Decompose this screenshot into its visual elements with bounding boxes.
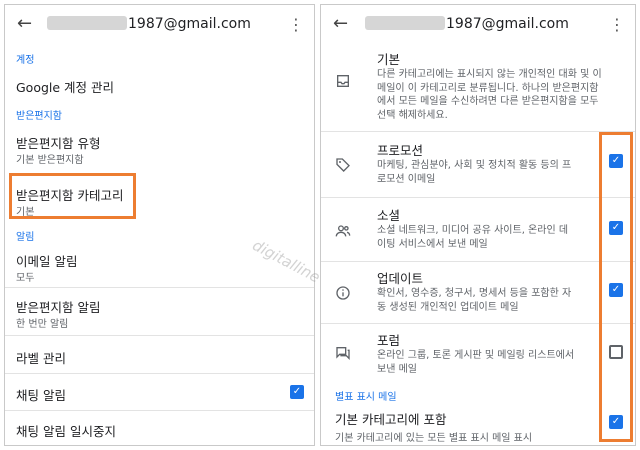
- inbox-categories-panel: ← 1987@gmail.com ⋮ 기본 다른 카테고리에는 표시되지 않는 …: [320, 4, 636, 446]
- inbox-icon: [337, 75, 349, 87]
- inbox-notifications-title[interactable]: 받은편지함 알림: [16, 297, 100, 316]
- divider: [321, 261, 635, 262]
- account-email: 1987@gmail.com: [47, 16, 251, 32]
- category-primary-title: 기본: [377, 52, 401, 67]
- include-starred-title: 기본 카테고리에 포함: [335, 412, 447, 427]
- top-bar: ← 1987@gmail.com ⋮: [321, 5, 635, 45]
- divider: [321, 197, 635, 198]
- section-header-starred: 별표 표시 메일: [335, 392, 397, 403]
- section-header-inbox: 받은편지함: [16, 111, 62, 122]
- back-arrow-icon[interactable]: ←: [333, 13, 348, 34]
- more-options-icon[interactable]: ⋮: [288, 15, 304, 34]
- category-social-desc: 소셜 네트워크, 미디어 공유 사이트, 온라인 데이팅 서비스에서 보낸 메일: [377, 225, 569, 250]
- inbox-type-title[interactable]: 받은편지함 유형: [16, 133, 100, 152]
- category-promotions-title: 프로모션: [377, 143, 424, 158]
- section-header-notifications: 알림: [16, 232, 35, 243]
- divider: [321, 323, 635, 324]
- highlight-box: [9, 173, 136, 219]
- chat-notifications-checkbox[interactable]: ✓: [290, 385, 304, 399]
- inbox-type-value: 기본 받은편지함: [16, 155, 84, 166]
- top-bar: ← 1987@gmail.com ⋮: [5, 5, 314, 45]
- divider: [5, 410, 314, 411]
- category-updates-title: 업데이트: [377, 271, 424, 286]
- chat-notifications-pause[interactable]: 채팅 알림 일시중지: [16, 421, 116, 440]
- category-promotions-desc: 마케팅, 관심분야, 사회 및 정치적 활동 등의 프로모션 이메일: [377, 160, 572, 185]
- more-options-icon[interactable]: ⋮: [609, 15, 625, 34]
- highlight-box: [599, 132, 633, 442]
- account-email: 1987@gmail.com: [365, 16, 569, 32]
- settings-panel-left: ← 1987@gmail.com ⋮ 계정 Google 계정 관리 받은편지함…: [4, 4, 315, 446]
- blurred-email-prefix: [47, 16, 127, 30]
- back-arrow-icon[interactable]: ←: [17, 13, 32, 34]
- category-updates-desc: 확인서, 영수증, 청구서, 명세서 등을 포함한 자동 생성된 개인적인 업데…: [377, 288, 572, 313]
- manage-google-account[interactable]: Google 계정 관리: [16, 77, 114, 96]
- category-social-title: 소셜: [377, 208, 401, 223]
- email-notifications-title[interactable]: 이메일 알림: [16, 251, 77, 270]
- divider: [5, 373, 314, 374]
- email-notifications-value: 모두: [16, 273, 35, 284]
- include-starred-desc: 기본 카테고리에 있는 모든 별표 표시 메일 표시: [335, 433, 533, 444]
- forum-icon: [336, 347, 350, 360]
- inbox-notifications-value: 한 번만 알림: [16, 319, 69, 330]
- info-icon: [336, 286, 350, 300]
- category-primary-desc: 다른 카테고리에는 표시되지 않는 개인적인 대화 및 이메일이 이 카테고리로…: [377, 69, 602, 121]
- divider: [321, 131, 635, 132]
- category-forums-desc: 온라인 그룹, 토론 게시판 및 메일링 리스트에서 보낸 메일: [377, 350, 575, 375]
- tag-icon: [336, 158, 350, 172]
- manage-labels[interactable]: 라벨 관리: [16, 348, 66, 367]
- divider: [5, 335, 314, 336]
- blurred-email-prefix: [365, 16, 445, 30]
- category-forums-title: 포럼: [377, 333, 401, 348]
- divider: [5, 287, 314, 288]
- people-icon: [335, 225, 351, 237]
- section-header-account: 계정: [16, 55, 35, 66]
- chat-notifications[interactable]: 채팅 알림: [16, 385, 66, 404]
